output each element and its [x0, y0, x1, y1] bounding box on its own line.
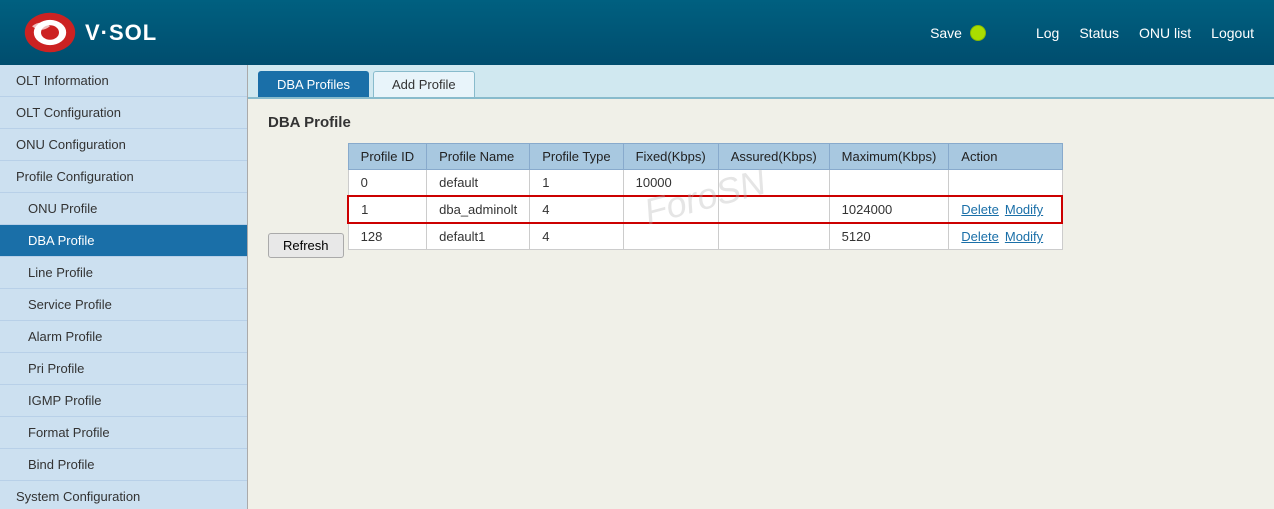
cell-maximum-kbps-: 1024000 [829, 196, 949, 223]
main-layout: OLT InformationOLT ConfigurationONU Conf… [0, 65, 1274, 509]
tab-bar: DBA ProfilesAdd Profile [248, 65, 1274, 99]
header-row: Profile IDProfile NameProfile TypeFixed(… [348, 144, 1062, 170]
delete-link[interactable]: Delete [961, 229, 999, 244]
action-cell: Delete Modify [949, 223, 1062, 250]
page-title: DBA Profile [268, 114, 1254, 131]
cell-assured-kbps- [718, 223, 829, 250]
cell-profile-id: 0 [348, 170, 426, 197]
sidebar-item-alarm-profile[interactable]: Alarm Profile [0, 321, 247, 353]
header-nav: Save Log Status ONU list Logout [260, 25, 1254, 41]
col-header-profile-type: Profile Type [530, 144, 623, 170]
action-cell [949, 170, 1062, 197]
brand-name: V·SOL [85, 20, 157, 46]
modify-link[interactable]: Modify [1005, 202, 1043, 217]
cell-profile-type: 1 [530, 170, 623, 197]
save-indicator [970, 25, 986, 41]
sidebar-item-profile-configuration: Profile Configuration [0, 161, 247, 193]
action-cell: Delete Modify [949, 196, 1062, 223]
table-header: Profile IDProfile NameProfile TypeFixed(… [348, 144, 1062, 170]
sidebar-item-line-profile[interactable]: Line Profile [0, 257, 247, 289]
sidebar-item-dba-profile[interactable]: DBA Profile [0, 225, 247, 257]
sidebar: OLT InformationOLT ConfigurationONU Conf… [0, 65, 248, 509]
content-area: DBA ProfilesAdd Profile DBA Profile Refr… [248, 65, 1274, 509]
sidebar-item-onu-profile[interactable]: ONU Profile [0, 193, 247, 225]
header: V·SOL Save Log Status ONU list Logout [0, 0, 1274, 65]
sidebar-item-format-profile[interactable]: Format Profile [0, 417, 247, 449]
cell-profile-name: default [427, 170, 530, 197]
status-link[interactable]: Status [1079, 25, 1119, 41]
col-header-action: Action [949, 144, 1062, 170]
sidebar-item-pri-profile[interactable]: Pri Profile [0, 353, 247, 385]
page-content: DBA Profile Refresh Profile IDProfile Na… [248, 99, 1274, 283]
sidebar-item-onu-configuration[interactable]: ONU Configuration [0, 129, 247, 161]
cell-assured-kbps- [718, 170, 829, 197]
cell-profile-type: 4 [530, 196, 623, 223]
table-body: 0default1100001dba_adminolt41024000Delet… [348, 170, 1062, 250]
refresh-button[interactable]: Refresh [268, 233, 344, 258]
modify-link[interactable]: Modify [1005, 229, 1043, 244]
dba-profile-table: Profile IDProfile NameProfile TypeFixed(… [347, 143, 1063, 250]
sidebar-item-bind-profile[interactable]: Bind Profile [0, 449, 247, 481]
col-header-profile-name: Profile Name [427, 144, 530, 170]
table-row: 1dba_adminolt4 1024000 Delete Modify [348, 196, 1062, 223]
cell-profile-type: 4 [530, 223, 623, 250]
sidebar-item-service-profile[interactable]: Service Profile [0, 289, 247, 321]
table-row: 128default14 5120 Delete Modify [348, 223, 1062, 250]
table-wrapper: Profile IDProfile NameProfile TypeFixed(… [347, 143, 1063, 250]
sidebar-item-igmp-profile[interactable]: IGMP Profile [0, 385, 247, 417]
tab-add-profile[interactable]: Add Profile [373, 71, 475, 97]
cell-fixed-kbps-: 10000 [623, 170, 718, 197]
logo-area: V·SOL [20, 10, 260, 55]
col-header-assured-kbps-: Assured(Kbps) [718, 144, 829, 170]
cell-profile-id: 1 [348, 196, 426, 223]
table-row: 0default110000 [348, 170, 1062, 197]
col-header-profile-id: Profile ID [348, 144, 426, 170]
col-header-maximum-kbps-: Maximum(Kbps) [829, 144, 949, 170]
cell-fixed-kbps- [623, 223, 718, 250]
sidebar-item-olt-configuration[interactable]: OLT Configuration [0, 97, 247, 129]
log-link[interactable]: Log [1036, 25, 1059, 41]
onu-list-link[interactable]: ONU list [1139, 25, 1191, 41]
cell-profile-name: dba_adminolt [427, 196, 530, 223]
logout-link[interactable]: Logout [1211, 25, 1254, 41]
cell-fixed-kbps- [623, 196, 718, 223]
save-area: Save [930, 25, 986, 41]
cell-maximum-kbps- [829, 170, 949, 197]
cell-assured-kbps- [718, 196, 829, 223]
delete-link[interactable]: Delete [961, 202, 999, 217]
logo-icon [20, 10, 80, 55]
col-header-fixed-kbps-: Fixed(Kbps) [623, 144, 718, 170]
tab-dba-profiles[interactable]: DBA Profiles [258, 71, 369, 97]
save-label: Save [930, 25, 962, 41]
cell-profile-name: default1 [427, 223, 530, 250]
cell-maximum-kbps-: 5120 [829, 223, 949, 250]
cell-profile-id: 128 [348, 223, 426, 250]
sidebar-item-olt-information[interactable]: OLT Information [0, 65, 247, 97]
sidebar-item-system-configuration[interactable]: System Configuration [0, 481, 247, 509]
